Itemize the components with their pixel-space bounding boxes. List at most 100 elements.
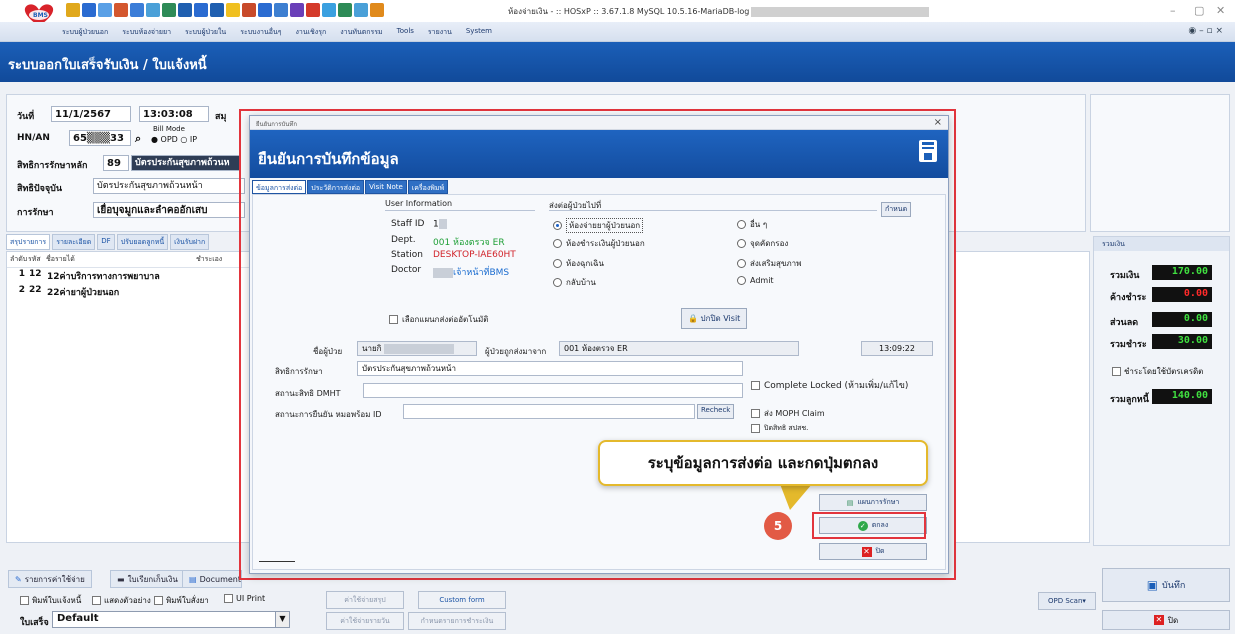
print-invoice-checkbox[interactable]: พิมพ์ใบแจ้งหนี้ (20, 594, 81, 607)
doctor-value: เจ้าหน้าที่BMS (433, 265, 509, 279)
radio-emergency[interactable]: ห้องฉุกเฉิน (553, 257, 604, 270)
auto-plan-checkbox[interactable]: เลือกแผนกส่งต่ออัตโนมัติ (389, 313, 488, 326)
menu-ipd[interactable]: ระบบผู้ป่วยใน (185, 27, 226, 38)
right-field[interactable]: บัตรประกันสุขภาพถ้วนหน้า (357, 361, 743, 376)
menu-opd[interactable]: ระบบผู้ป่วยนอก (62, 27, 108, 38)
menu-reports[interactable]: รายงาน (428, 27, 452, 38)
daily-expense-button[interactable]: ค่าใช้จ่ายรายวัน (326, 612, 404, 630)
list-item[interactable]: 2 22 22ค่ายาผู้ป่วยนอก (7, 284, 251, 300)
radio-health-promotion[interactable]: ส่งเสริมสุขภาพ (737, 257, 801, 270)
dialog-close-button[interactable]: ✕ ปิด (819, 543, 927, 560)
tab-receipt[interactable]: ▬ ใบเรียกเก็บเงิน (110, 570, 185, 588)
dialog-close-x[interactable]: × (934, 117, 942, 128)
tab-details[interactable]: รายละเอียด (52, 234, 96, 250)
radio-dot (737, 220, 746, 229)
dmht-field[interactable] (363, 383, 743, 398)
radio-other[interactable]: อื่น ๆ (737, 218, 767, 231)
radio-opd-cashier[interactable]: ห้องชำระเงินผู้ป่วยนอก (553, 237, 645, 250)
toolbar-icon[interactable] (290, 3, 304, 17)
chevron-down-icon[interactable]: ▼ (275, 612, 289, 627)
menu-tools[interactable]: Tools (397, 27, 414, 38)
save-button[interactable]: ▣ บันทึก (1102, 568, 1230, 602)
binoculars-icon[interactable]: ⌕ (135, 132, 141, 146)
treatment-field[interactable]: เยื่อบุจมูกและลำคออักเสบ (93, 202, 245, 218)
toolbar-icon[interactable] (258, 3, 272, 17)
card-pay-checkbox[interactable]: ชำระโดยใช้บัตรเครดิต (1112, 365, 1203, 378)
set-button[interactable]: กำหนด (881, 202, 912, 217)
patient-name-label: ชื่อผู้ป่วย (313, 347, 343, 356)
complete-locked-checkbox[interactable]: Complete Locked (ห้ามเพิ่ม/แก้ไข) (751, 378, 908, 392)
toolbar-icon[interactable] (226, 3, 240, 17)
checkbox-box (1112, 367, 1121, 376)
tab-visit-note[interactable]: Visit Note (365, 180, 407, 194)
tab-df[interactable]: DF (97, 234, 115, 250)
toolbar-icon[interactable] (114, 3, 128, 17)
recheck-button[interactable]: Recheck (697, 404, 735, 419)
toolbar-icon[interactable] (162, 3, 176, 17)
treatment-plan-button[interactable]: ▤ แผนการรักษา (819, 494, 927, 511)
print-invoice-label: พิมพ์ใบแจ้งหนี้ (32, 596, 82, 605)
tab-referral-info[interactable]: ข้อมูลการส่งต่อ (252, 180, 307, 194)
receipt-select[interactable]: Default ▼ (52, 611, 290, 628)
tab-printer[interactable]: เครื่องพิมพ์ (407, 180, 449, 194)
moph-claim-checkbox[interactable]: ส่ง MOPH Claim (751, 407, 825, 420)
menu-other[interactable]: ระบบงานอื่นๆ (240, 27, 281, 38)
hn-field[interactable]: 65▒▒▒33 (69, 130, 131, 146)
maximize-button[interactable]: ▢ (1194, 4, 1204, 17)
date-picker[interactable]: 11/1/2567 (51, 106, 131, 122)
opd-scan-button[interactable]: OPD Scan▾ (1038, 592, 1096, 610)
time-field[interactable]: 13:03:08 (139, 106, 209, 122)
list-icon: ▤ (846, 498, 854, 507)
menu-window-controls[interactable]: ◉ – ▫ × (1188, 26, 1223, 36)
close-button[interactable]: ✕ ปิด (1102, 610, 1230, 630)
toolbar-icon[interactable] (322, 3, 336, 17)
preview-checkbox[interactable]: แสดงตัวอย่าง (92, 594, 151, 607)
tab-expenses[interactable]: ✎ รายการค่าใช้จ่าย (8, 570, 92, 588)
toolbar-icon[interactable] (338, 3, 352, 17)
close-window-button[interactable]: ✕ (1216, 4, 1225, 17)
main-right-code[interactable]: 89 (103, 155, 129, 171)
payment-items-button[interactable]: กำหนดรายการชำระเงิน (408, 612, 506, 630)
menu-dental[interactable]: งานทันตกรรม (340, 27, 382, 38)
list-item[interactable]: 1 12 12ค่าบริการทางการพยาบาล (7, 268, 251, 284)
minimize-button[interactable]: – (1170, 4, 1176, 17)
radio-go-home[interactable]: กลับบ้าน (553, 276, 596, 289)
tab-adjust-debt[interactable]: ปรับยอดลูกหนี้ (116, 234, 169, 250)
print-drug-checkbox[interactable]: พิมพ์ใบสั่งยา (154, 594, 209, 607)
toolbar-icon[interactable] (370, 3, 384, 17)
toolbar-icon[interactable] (98, 3, 112, 17)
radio-screening[interactable]: จุดคัดกรอง (737, 237, 788, 250)
hide-visit-button[interactable]: 🔒 ปกปิด Visit (681, 308, 748, 329)
toolbar-icon[interactable] (66, 3, 80, 17)
toolbar-icon[interactable] (242, 3, 256, 17)
toolbar-icon[interactable] (354, 3, 368, 17)
tab-deposit[interactable]: เงินรับฝาก (170, 234, 210, 250)
toolbar-icon[interactable] (306, 3, 320, 17)
toolbar-icon[interactable] (178, 3, 192, 17)
ui-print-checkbox[interactable]: UI Print (224, 594, 265, 603)
tab-referral-history[interactable]: ประวัติการส่งต่อ (307, 180, 365, 194)
toolbar-icon[interactable] (82, 3, 96, 17)
toolbar-icon[interactable] (146, 3, 160, 17)
custom-form-button[interactable]: Custom form (418, 591, 506, 609)
row-code: 22 (29, 285, 42, 295)
menu-system[interactable]: System (466, 27, 492, 38)
close-right-checkbox[interactable]: ปิดสิทธิ สปสช. (751, 423, 808, 434)
bill-mode-opd-radio[interactable]: ● OPD ○ IP (151, 135, 197, 144)
confirm-id-field[interactable] (403, 404, 695, 419)
current-right-field[interactable]: บัตรประกันสุขภาพถ้วนหน้า (93, 178, 245, 194)
toolbar-icon[interactable] (130, 3, 144, 17)
toolbar-icon[interactable] (274, 3, 288, 17)
toolbar-icon[interactable] (194, 3, 208, 17)
radio-opd-pharmacy[interactable]: ห้องจ่ายยาผู้ป่วยนอก (553, 218, 644, 233)
menu-pharmacy[interactable]: ระบบห้องจ่ายยา (122, 27, 171, 38)
tab-summary[interactable]: สรุปรายการ (6, 234, 51, 250)
tab-expenses-label: รายการค่าใช้จ่าย (24, 574, 85, 584)
menu-proactive[interactable]: งานเชิงรุก (296, 27, 327, 38)
toolbar-icon[interactable] (210, 3, 224, 17)
radio-admit[interactable]: Admit (737, 276, 774, 285)
tab-document[interactable]: ▤ Document (182, 570, 242, 588)
main-right-label: สิทธิการรักษาหลัก (17, 161, 88, 171)
expense-summary-button[interactable]: ค่าใช้จ่ายสรุป (326, 591, 404, 609)
close-right-label: ปิดสิทธิ สปสช. (764, 424, 809, 432)
